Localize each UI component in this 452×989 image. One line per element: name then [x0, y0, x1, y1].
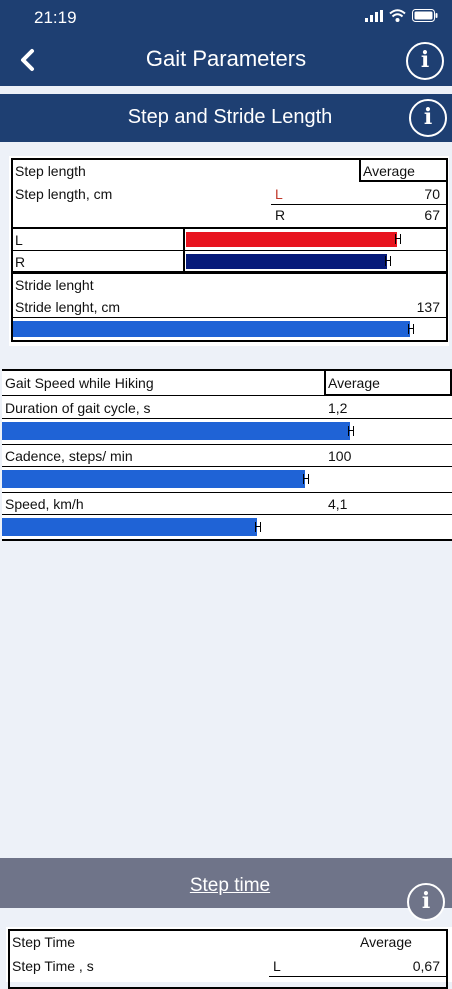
stride-length-title: Stride lenght — [15, 277, 94, 293]
left-side-label: L — [275, 186, 283, 202]
info-icon[interactable]: i — [406, 42, 444, 80]
section-header: Step and Stride Length i — [0, 94, 452, 142]
divider — [2, 514, 452, 515]
section-title: Step and Stride Length — [127, 106, 333, 128]
section-info-icon[interactable]: i — [409, 99, 447, 137]
gait-row-label: Cadence, steps/ min — [5, 448, 133, 464]
step-time-left-label: L — [273, 958, 281, 974]
gait-row-label: Speed, km/h — [5, 496, 84, 512]
gait-row-value: 4,1 — [328, 496, 348, 512]
speed-bar — [2, 518, 257, 536]
divider — [11, 317, 448, 318]
divider — [269, 976, 446, 977]
gait-row-value: 100 — [328, 448, 352, 464]
right-error-bar — [385, 256, 391, 266]
divider — [2, 492, 452, 493]
right-step-bar — [186, 254, 387, 269]
step-time-info-icon[interactable]: i — [407, 883, 445, 921]
page-title: Gait Parameters — [145, 46, 307, 71]
status-bar: 21:19 — [0, 0, 452, 36]
step-time-average-label: Average — [360, 934, 412, 950]
wifi-icon — [389, 9, 406, 22]
step-time-title: Step Time — [12, 934, 76, 950]
left-step-value: 70 — [424, 186, 440, 202]
left-step-bar — [186, 232, 397, 247]
cadence-bar — [2, 470, 305, 488]
stride-length-bar — [13, 321, 410, 337]
divider — [183, 227, 185, 273]
step-time-unit-label: Step Time , s — [12, 958, 94, 974]
right-side-label: R — [275, 207, 286, 223]
stride-length-value: 137 — [416, 299, 440, 315]
average-label: Average — [363, 163, 415, 179]
right-step-value: 67 — [424, 207, 440, 223]
divider — [2, 444, 452, 445]
right-bar-label: R — [15, 254, 26, 270]
gait-speed-title: Gait Speed while Hiking — [5, 375, 154, 391]
step-time-link[interactable]: Step time — [0, 875, 452, 897]
gait-average-label: Average — [328, 375, 380, 391]
divider — [2, 418, 452, 419]
stride-error-bar — [408, 324, 414, 334]
gait-row-label: Duration of gait cycle, s — [5, 400, 151, 416]
divider — [11, 250, 448, 251]
step-time-header[interactable]: Step time — [0, 858, 452, 908]
step-length-title: Step length — [15, 163, 86, 179]
step-length-unit-label: Step length, cm — [15, 186, 113, 202]
battery-icon — [412, 9, 438, 22]
status-time: 21:19 — [34, 8, 77, 27]
left-error-bar — [395, 234, 401, 244]
table-border — [2, 539, 452, 541]
gait-error-bar — [303, 474, 309, 484]
gait-row-value: 1,2 — [328, 400, 348, 416]
stride-length-unit-label: Stride lenght, cm — [15, 299, 121, 315]
divider — [2, 395, 452, 396]
step-time-left-value: 0,67 — [412, 958, 440, 974]
divider — [271, 204, 446, 205]
gait-cycle-duration-bar — [2, 422, 350, 440]
signal-icon — [365, 9, 383, 22]
left-bar-label: L — [15, 232, 23, 248]
gait-error-bar — [255, 522, 261, 532]
gait-error-bar — [348, 426, 354, 436]
divider — [2, 466, 452, 467]
navigation-bar: Gait Parameters i — [0, 36, 452, 86]
